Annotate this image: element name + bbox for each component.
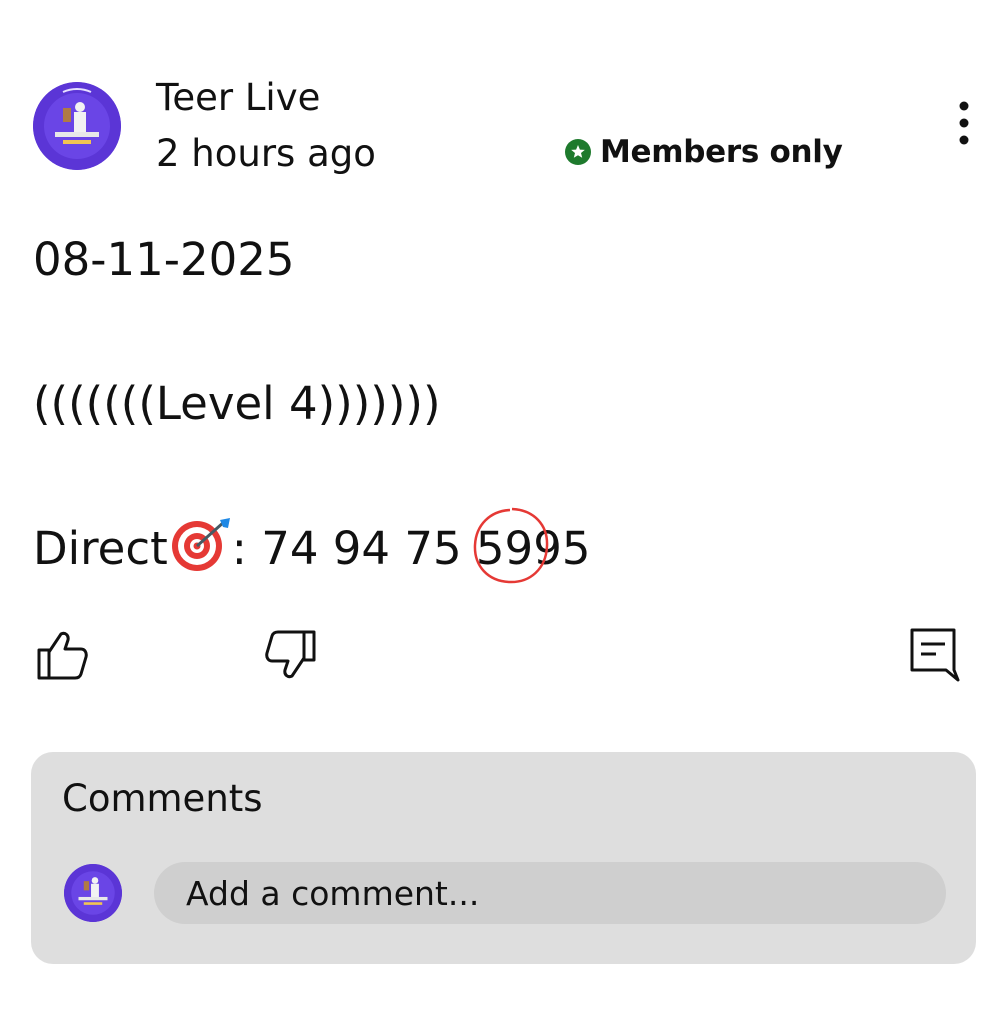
vertical-ellipsis-icon: [959, 101, 969, 145]
dislike-button[interactable]: [264, 628, 318, 682]
like-button[interactable]: [35, 628, 89, 682]
comments-title: Comments: [62, 777, 263, 820]
post-direct-line: Direct : 74 94 75 59 95: [33, 507, 591, 584]
channel-logo-icon: [64, 864, 122, 922]
direct-hit-emoji-icon: [170, 516, 232, 572]
post-timestamp: 2 hours ago: [156, 132, 376, 175]
more-options-button[interactable]: [946, 96, 982, 152]
direct-label: Direct: [33, 522, 168, 575]
members-only-label: Members only: [600, 134, 843, 170]
thumb-down-icon: [265, 630, 316, 679]
post-date: 08-11-2025: [33, 233, 295, 286]
post-level: (((((((Level 4))))))): [33, 377, 441, 430]
channel-avatar[interactable]: [33, 82, 121, 170]
direct-numbers-after: 95: [533, 522, 591, 575]
direct-colon: :: [231, 522, 262, 575]
channel-name[interactable]: Teer Live: [156, 74, 320, 122]
user-avatar: [64, 864, 122, 922]
circled-number: 59: [473, 507, 549, 584]
comments-button[interactable]: [908, 626, 960, 684]
members-only-badge: Members only: [565, 132, 843, 172]
star-circle-icon: [565, 139, 591, 165]
comment-icon: [910, 628, 960, 682]
direct-numbers-before: 74 94 75: [261, 522, 476, 575]
add-comment-input[interactable]: [154, 862, 946, 924]
channel-logo-icon: [33, 82, 121, 170]
thumb-up-icon: [37, 631, 88, 680]
circled-number-value: 59: [475, 522, 534, 575]
